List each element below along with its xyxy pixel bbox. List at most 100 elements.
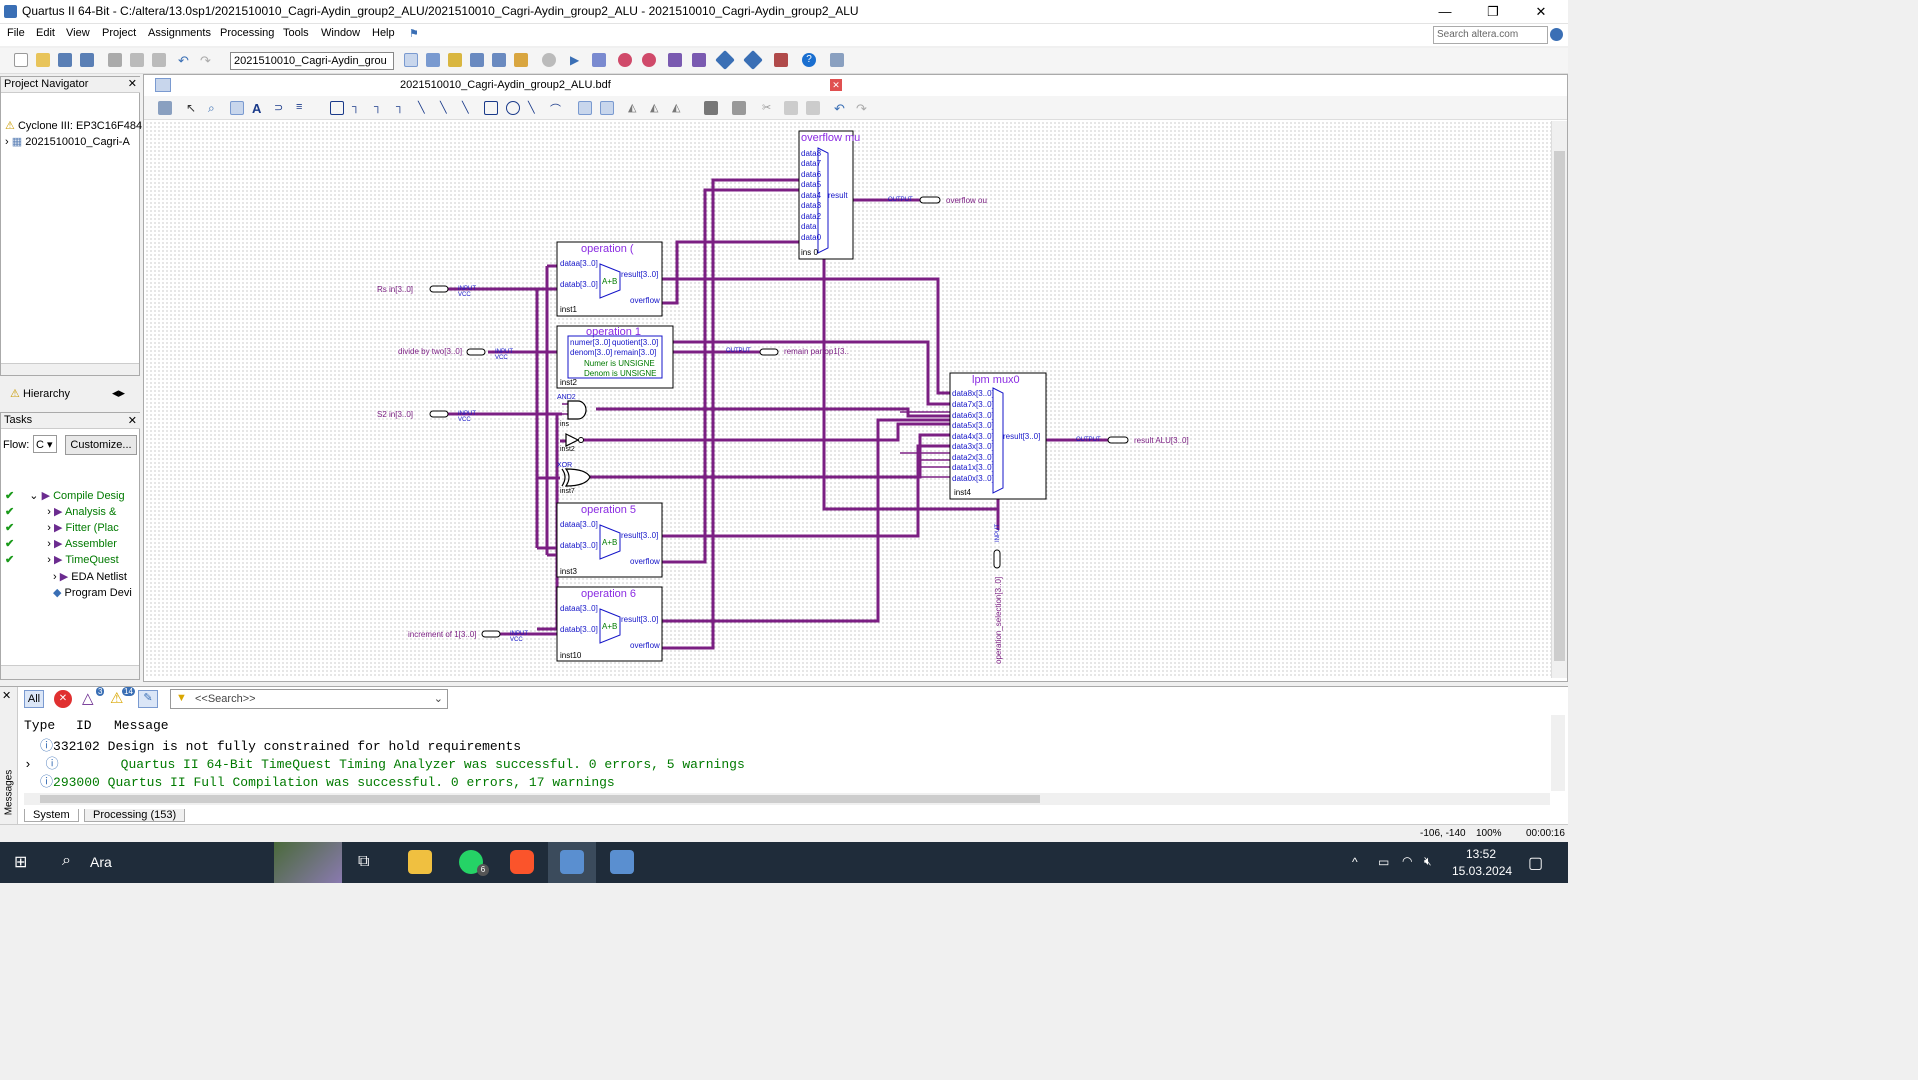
orthogonal-node-icon[interactable]: ┐ <box>352 101 366 115</box>
minimize-button[interactable]: — <box>1422 0 1468 24</box>
diagonal-bus-icon[interactable]: ╲ <box>440 101 454 115</box>
horizontal-scrollbar[interactable] <box>1 363 139 375</box>
task-fitter[interactable]: ✔ › ▶ Fitter (Plac <box>5 521 119 534</box>
analysis-synthesis-icon[interactable] <box>592 53 606 67</box>
settings-icon[interactable] <box>470 53 484 67</box>
diagonal-conduit-icon[interactable]: ╲ <box>462 101 476 115</box>
device-row[interactable]: ⚠ Cyclone III: EP3C16F484 <box>5 119 142 132</box>
file-explorer-icon[interactable] <box>408 850 432 874</box>
rectangle-tool-icon[interactable] <box>484 101 498 115</box>
column-type[interactable]: Type <box>24 718 55 733</box>
rtl-viewer-icon[interactable] <box>668 53 682 67</box>
conduit-tool-icon[interactable]: ┐ <box>396 101 410 115</box>
search-icon[interactable]: ⌕ <box>62 852 71 870</box>
redo-icon[interactable]: ↷ <box>200 53 214 68</box>
input-pin-selection[interactable] <box>993 549 1001 569</box>
menu-help[interactable]: Help <box>372 27 395 39</box>
globe-icon[interactable] <box>1550 28 1563 41</box>
print-icon[interactable] <box>732 101 746 115</box>
flip-horizontal-icon[interactable]: ◭ <box>628 101 642 115</box>
close-button[interactable]: ✕ <box>1518 0 1564 24</box>
paste-icon[interactable] <box>152 53 166 67</box>
undo-icon[interactable]: ↶ <box>178 53 192 68</box>
windows-start-icon[interactable]: ⊞ <box>14 854 32 872</box>
signaltap-icon[interactable] <box>774 53 788 67</box>
save-all-icon[interactable] <box>80 53 94 67</box>
orthogonal-bus-icon[interactable]: ┐ <box>374 101 388 115</box>
line-tool-icon[interactable]: ╲ <box>528 101 542 115</box>
pin-tool-icon[interactable]: ≡ <box>296 101 310 115</box>
volume-muted-icon[interactable]: 🔇︎ <box>1424 854 1432 869</box>
partial-line-select-icon[interactable] <box>600 101 614 115</box>
input-pin-divide[interactable] <box>466 348 486 356</box>
tasks-scrollbar[interactable] <box>1 665 139 679</box>
menu-tools[interactable]: Tools <box>283 27 309 39</box>
zoom-tool-icon[interactable]: ⌕ <box>208 101 222 115</box>
clock-date[interactable]: 15.03.2024 <box>1452 864 1512 878</box>
messages-vertical-scrollbar[interactable] <box>1551 715 1565 791</box>
rotate-icon[interactable]: ◭ <box>672 101 686 115</box>
undo-bdf-icon[interactable]: ↶ <box>834 101 848 116</box>
panel-close-icon[interactable]: ✕ <box>128 77 137 90</box>
copy-icon[interactable] <box>130 53 144 67</box>
cut-bdf-icon[interactable]: ✂ <box>762 101 776 115</box>
tab-system[interactable]: System <box>24 809 79 822</box>
filter-all-button[interactable]: All <box>24 690 44 708</box>
block-tool-icon[interactable] <box>330 101 344 115</box>
tab-scroll-icon[interactable]: ◂▸ <box>112 385 125 401</box>
arc-tool-icon[interactable]: ⌒ <box>550 101 564 116</box>
quartus-taskbar-active[interactable] <box>548 842 596 883</box>
search-altera-input[interactable]: Search altera.com <box>1433 26 1548 44</box>
start-compilation-icon[interactable]: ▶ <box>570 53 584 67</box>
flip-vertical-icon[interactable]: ◭ <box>650 101 664 115</box>
input-pin-s2[interactable] <box>429 410 449 418</box>
text-tool-icon[interactable]: A <box>252 101 266 116</box>
menu-view[interactable]: View <box>66 27 90 39</box>
task-analysis[interactable]: ✔ › ▶ Analysis & <box>5 505 116 518</box>
messages-close-icon[interactable]: ✕ <box>2 689 11 702</box>
assignment-editor-icon[interactable] <box>448 53 462 67</box>
output-pin-result[interactable] <box>1107 436 1129 444</box>
tasks-close-icon[interactable]: ✕ <box>128 414 137 427</box>
message-search-input[interactable]: ▼ <<Search>> ⌄ <box>170 689 448 709</box>
column-id[interactable]: ID <box>76 718 92 733</box>
hand-tool-icon[interactable] <box>230 101 244 115</box>
project-select[interactable]: 2021510010_Cagri-Aydin_grou <box>230 52 394 70</box>
input-pin-rs[interactable] <box>429 285 449 293</box>
task-eda-netlist[interactable]: › ▶ EDA Netlist <box>5 570 127 583</box>
save-icon[interactable] <box>58 53 72 67</box>
menu-project[interactable]: Project <box>102 27 136 39</box>
diagonal-node-icon[interactable]: ╲ <box>418 101 432 115</box>
battery-icon[interactable]: ▭ <box>1378 855 1389 869</box>
filter-error-icon[interactable]: ✕ <box>54 690 72 708</box>
message-row[interactable]: ⓘ332102 Design is not fully constrained … <box>24 735 521 754</box>
wifi-icon[interactable]: ◠ <box>1402 854 1412 868</box>
xor-gate[interactable] <box>564 468 591 487</box>
whats-this-icon[interactable] <box>830 53 844 67</box>
output-pin-remain[interactable] <box>759 348 779 356</box>
task-compile[interactable]: ✔ ⌄ ▶ Compile Desig <box>5 489 125 502</box>
rubberbanding-icon[interactable] <box>578 101 592 115</box>
cut-icon[interactable] <box>108 53 122 67</box>
menu-window[interactable]: Window <box>321 27 360 39</box>
task-timequest[interactable]: ✔ › ▶ TimeQuest <box>5 553 119 566</box>
schematic-svg[interactable]: overflow mu data8 data7 data6 data5 data… <box>145 121 1551 678</box>
programmer-icon[interactable] <box>743 50 763 70</box>
task-assembler[interactable]: ✔ › ▶ Assembler <box>5 537 117 550</box>
oval-tool-icon[interactable] <box>506 101 520 115</box>
copy-bdf-icon[interactable] <box>784 101 798 115</box>
customize-button[interactable]: Customize... <box>65 435 137 455</box>
pin-planner-icon[interactable] <box>426 53 440 67</box>
expand-chevron-icon[interactable]: › <box>5 136 9 148</box>
brave-browser-icon[interactable] <box>510 850 534 874</box>
clock-time[interactable]: 13:52 <box>1466 847 1496 861</box>
messages-horizontal-scrollbar[interactable] <box>24 793 1550 805</box>
and-gate[interactable] <box>567 400 587 420</box>
detach-window-icon[interactable] <box>158 101 172 115</box>
paste-bdf-icon[interactable] <box>806 101 820 115</box>
stop-icon[interactable] <box>542 53 556 67</box>
tray-chevron-icon[interactable]: ^ <box>1352 855 1358 869</box>
menu-processing[interactable]: Processing <box>220 27 274 39</box>
flow-select[interactable]: C ▾ <box>33 435 57 453</box>
input-pin-increment[interactable] <box>481 630 501 638</box>
